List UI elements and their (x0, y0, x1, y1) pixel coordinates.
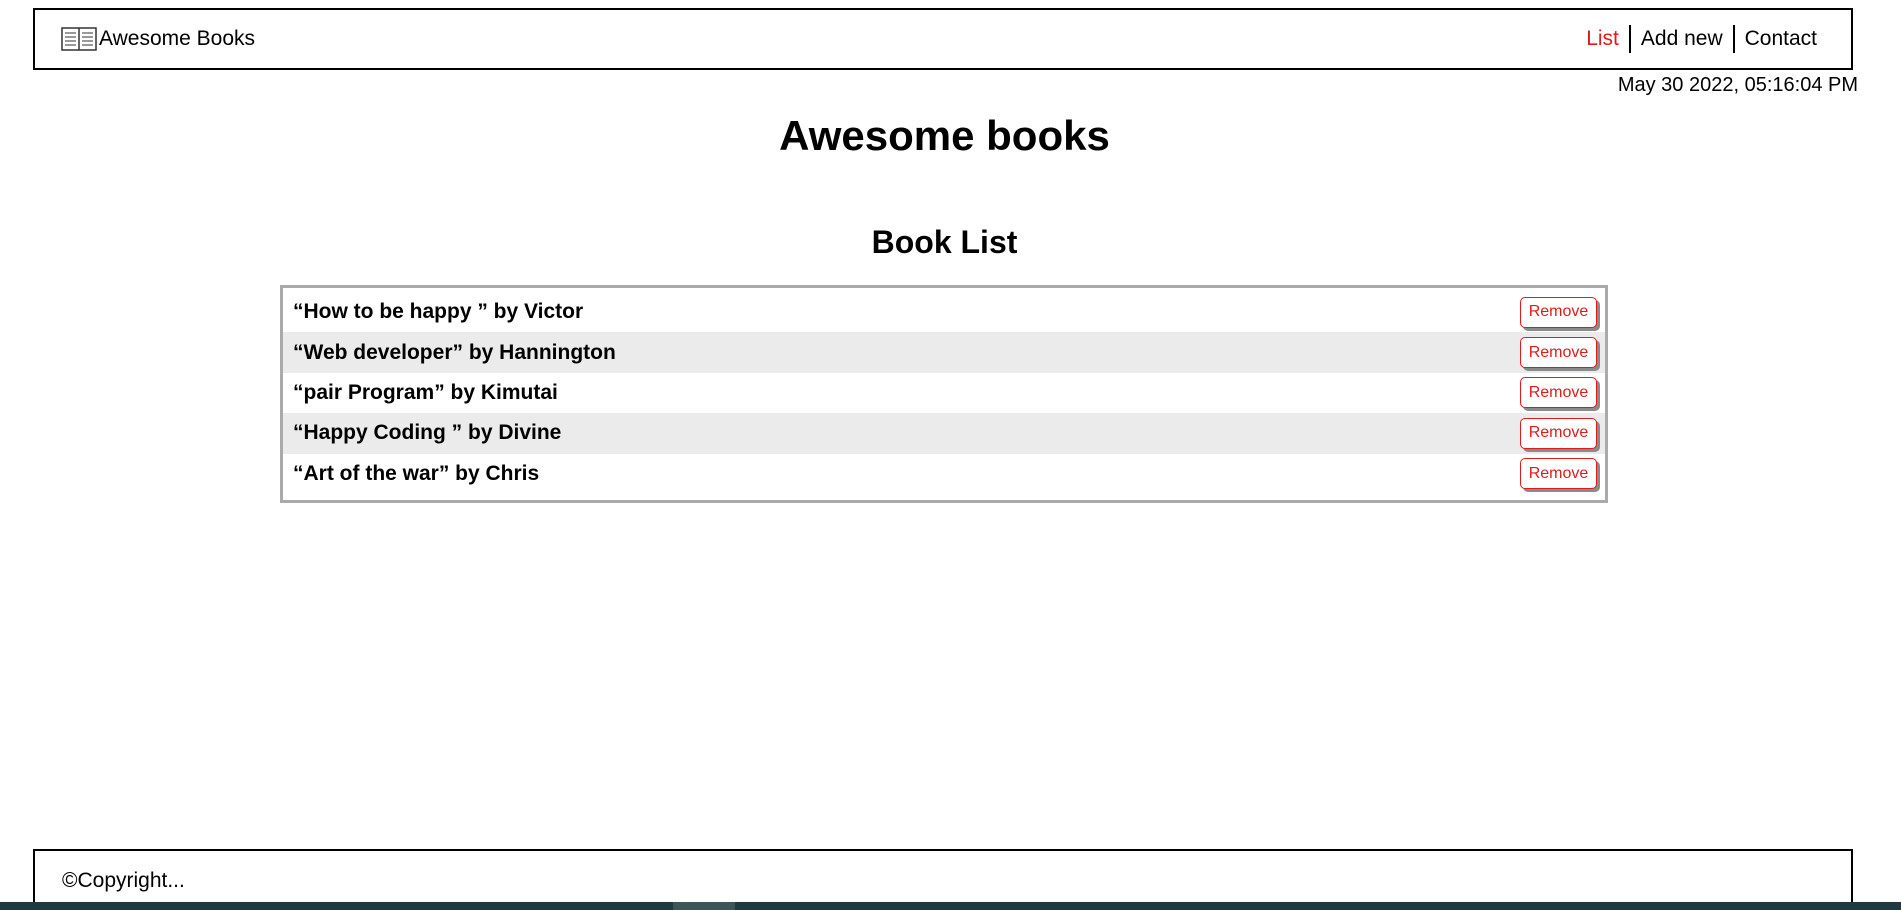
book-row: “Web developer” by Hannington Remove (283, 332, 1605, 373)
remove-button[interactable]: Remove (1520, 377, 1597, 409)
remove-button[interactable]: Remove (1520, 337, 1597, 369)
page: Awesome Books List Add new Contact May 3… (0, 0, 1901, 910)
remove-button[interactable]: Remove (1520, 458, 1597, 490)
book-title-author: “How to be happy ” by Victor (293, 300, 584, 324)
book-title-author: “Happy Coding ” by Divine (293, 421, 562, 445)
book-title-author: “Art of the war” by Chris (293, 461, 540, 485)
nav-item-list[interactable]: List (1576, 26, 1629, 52)
site-header: Awesome Books List Add new Contact (33, 8, 1853, 70)
book-list: “How to be happy ” by Victor Remove “Web… (280, 285, 1608, 503)
book-title-author: “pair Program” by Kimutai (293, 380, 558, 404)
scrollbar[interactable] (1889, 0, 1901, 902)
nav-item-contact[interactable]: Contact (1735, 26, 1817, 52)
brand-title: Awesome Books (99, 27, 256, 50)
book-row: “How to be happy ” by Victor Remove (283, 292, 1605, 332)
book-title-author: “Web developer” by Hannington (293, 340, 616, 364)
nav-item-add-new[interactable]: Add new (1631, 26, 1733, 52)
book-row: “Happy Coding ” by Divine Remove (283, 413, 1605, 454)
book-icon (61, 26, 97, 52)
book-row: “pair Program” by Kimutai Remove (283, 373, 1605, 413)
book-row: “Art of the war” by Chris Remove (283, 454, 1605, 494)
remove-button[interactable]: Remove (1520, 417, 1597, 449)
taskbar (0, 902, 1901, 910)
remove-button[interactable]: Remove (1520, 296, 1597, 328)
brand[interactable]: Awesome Books (61, 26, 255, 52)
taskbar-item[interactable] (673, 902, 735, 910)
copyright-text: ©Copyright... (62, 868, 185, 892)
section-title: Book List (871, 224, 1018, 260)
current-datetime: May 30 2022, 05:16:04 PM (1617, 74, 1858, 96)
main-nav: List Add new Contact (1576, 25, 1817, 53)
site-footer: ©Copyright... (33, 849, 1853, 910)
page-title: Awesome books (779, 112, 1110, 159)
